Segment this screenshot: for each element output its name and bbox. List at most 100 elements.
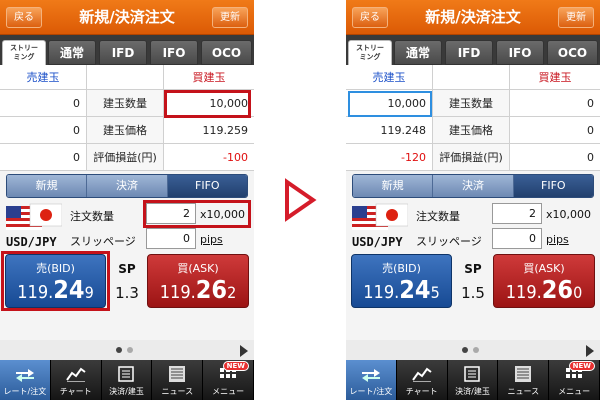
- nav-menu[interactable]: NEW メニュー: [203, 360, 254, 400]
- buy-ask-button[interactable]: 買(ASK) 119.262: [147, 254, 249, 308]
- refresh-button[interactable]: 更新: [558, 7, 594, 28]
- buy-pnl: 0: [587, 150, 594, 164]
- sell-quantity: 0: [73, 96, 80, 110]
- slippage-input[interactable]: 0: [146, 228, 196, 249]
- usd-jpy-flag-icon: [6, 203, 62, 230]
- chart-icon: [65, 367, 86, 382]
- next-arrow-icon[interactable]: [586, 345, 594, 357]
- nav-chart[interactable]: チャート: [51, 360, 102, 400]
- sell-quantity[interactable]: 10,000: [346, 90, 432, 116]
- phone-screen-after: 戻る 新規/決済注文 更新 ストリー ミング 通常 IFD IFO OCO 売建…: [346, 0, 600, 400]
- page-title: 新規/決済注文: [79, 8, 175, 26]
- sell-pnl: -120: [401, 150, 426, 164]
- buy-price: 0: [587, 123, 594, 137]
- order-type-tabs: ストリー ミング 通常 IFD IFO OCO: [0, 35, 254, 66]
- nav-positions[interactable]: 決済/建玉: [448, 360, 499, 400]
- slippage-label: スリッページ: [70, 235, 136, 248]
- tab-streaming[interactable]: ストリー ミング: [348, 40, 392, 66]
- tab-oco[interactable]: OCO: [201, 40, 252, 65]
- bid-price: 119.245: [363, 275, 440, 304]
- positions-icon: [118, 366, 135, 382]
- next-arrow-icon[interactable]: [240, 345, 248, 357]
- nav-news[interactable]: ニュース: [152, 360, 204, 400]
- back-button[interactable]: 戻る: [6, 7, 42, 28]
- pips-unit: pips: [200, 233, 223, 246]
- slippage-input[interactable]: 0: [492, 228, 542, 249]
- sell-pnl: 0: [73, 150, 80, 164]
- order-quantity-input[interactable]: 2: [146, 203, 196, 224]
- page-dot: [462, 347, 468, 353]
- order-quantity-input[interactable]: 2: [492, 203, 542, 224]
- bottom-nav: レート/注文 チャート 決済/建玉 ニュース NEW メニュー: [346, 360, 600, 400]
- tab-streaming[interactable]: ストリー ミング: [2, 40, 46, 66]
- position-price-label: 建玉価格: [432, 117, 510, 143]
- buy-ask-button[interactable]: 買(ASK) 119.260: [493, 254, 595, 308]
- buy-price: 119.259: [202, 123, 249, 137]
- position-quantity-label: 建玉数量: [432, 90, 510, 116]
- nav-chart[interactable]: チャート: [397, 360, 448, 400]
- bottom-nav: レート/注文 チャート 決済/建玉 ニュース NEW メニュー: [0, 360, 254, 400]
- header-bar: 戻る 新規/決済注文 更新: [0, 0, 254, 35]
- mode-segmented-control: 新規 決済 FIFO: [6, 174, 248, 198]
- buy-quantity[interactable]: 10,000: [164, 90, 254, 116]
- page-dot: [473, 347, 479, 353]
- new-badge: NEW: [568, 361, 595, 371]
- buy-quantity: 0: [587, 96, 594, 110]
- positions-icon: [464, 366, 481, 382]
- sell-position-header: 売建玉: [26, 71, 60, 84]
- news-icon: [515, 366, 532, 382]
- position-quantity-label: 建玉数量: [86, 90, 164, 116]
- ask-price: 119.260: [505, 275, 583, 304]
- tab-ifd[interactable]: IFD: [445, 40, 493, 65]
- nav-rate-order[interactable]: レート/注文: [346, 360, 397, 400]
- quantity-unit: x10,000: [546, 208, 591, 221]
- tab-normal[interactable]: 通常: [48, 40, 96, 65]
- nav-menu[interactable]: NEW メニュー: [549, 360, 600, 400]
- tab-oco[interactable]: OCO: [547, 40, 598, 65]
- order-type-tabs: ストリー ミング 通常 IFD IFO OCO: [346, 35, 600, 66]
- buy-position-header: 買建玉: [538, 71, 572, 84]
- order-quantity-label: 注文数量: [416, 210, 460, 223]
- segment-fifo[interactable]: FIFO: [513, 175, 593, 197]
- phone-screen-before: 戻る 新規/決済注文 更新 ストリー ミング 通常 IFD IFO OCO 売建…: [0, 0, 254, 400]
- nav-rate-order[interactable]: レート/注文: [0, 360, 51, 400]
- sell-price: 119.248: [380, 123, 427, 137]
- tab-normal[interactable]: 通常: [394, 40, 442, 65]
- exchange-arrows-icon: [361, 369, 380, 382]
- slippage-label: スリッページ: [416, 235, 482, 248]
- sell-bid-button[interactable]: 売(BID) 119.249: [5, 254, 106, 308]
- ask-label: 買(ASK): [523, 262, 565, 275]
- ask-label: 買(ASK): [177, 262, 219, 275]
- refresh-button[interactable]: 更新: [212, 7, 248, 28]
- bid-label: 売(BID): [36, 262, 75, 275]
- currency-pair: USD/JPY: [6, 235, 57, 249]
- sell-position-header: 売建玉: [372, 71, 406, 84]
- segment-settle[interactable]: 決済: [433, 175, 514, 197]
- order-quantity-label: 注文数量: [70, 210, 114, 223]
- tab-ifo[interactable]: IFO: [150, 40, 198, 65]
- transition-arrow-icon: [285, 178, 317, 222]
- pips-unit: pips: [546, 233, 569, 246]
- exchange-arrows-icon: [15, 369, 34, 382]
- tab-ifo[interactable]: IFO: [496, 40, 544, 65]
- quantity-unit: x10,000: [200, 208, 245, 221]
- spread-value: 1.5: [461, 284, 485, 302]
- back-button[interactable]: 戻る: [352, 7, 388, 28]
- segment-settle[interactable]: 決済: [87, 175, 168, 197]
- new-badge: NEW: [222, 361, 249, 371]
- nav-positions[interactable]: 決済/建玉: [102, 360, 153, 400]
- bid-label: 売(BID): [382, 262, 421, 275]
- bid-price: 119.249: [17, 275, 94, 304]
- segment-new[interactable]: 新規: [353, 175, 434, 197]
- segment-fifo[interactable]: FIFO: [167, 175, 247, 197]
- nav-news[interactable]: ニュース: [498, 360, 550, 400]
- tab-ifd[interactable]: IFD: [99, 40, 147, 65]
- currency-pair: USD/JPY: [352, 235, 403, 249]
- sell-bid-button[interactable]: 売(BID) 119.245: [351, 254, 452, 308]
- mode-segmented-control: 新規 決済 FIFO: [352, 174, 594, 198]
- segment-new[interactable]: 新規: [7, 175, 88, 197]
- news-icon: [169, 366, 186, 382]
- ask-price: 119.262: [159, 275, 237, 304]
- pnl-label: 評価損益(円): [86, 144, 164, 170]
- buy-position-header: 買建玉: [192, 71, 226, 84]
